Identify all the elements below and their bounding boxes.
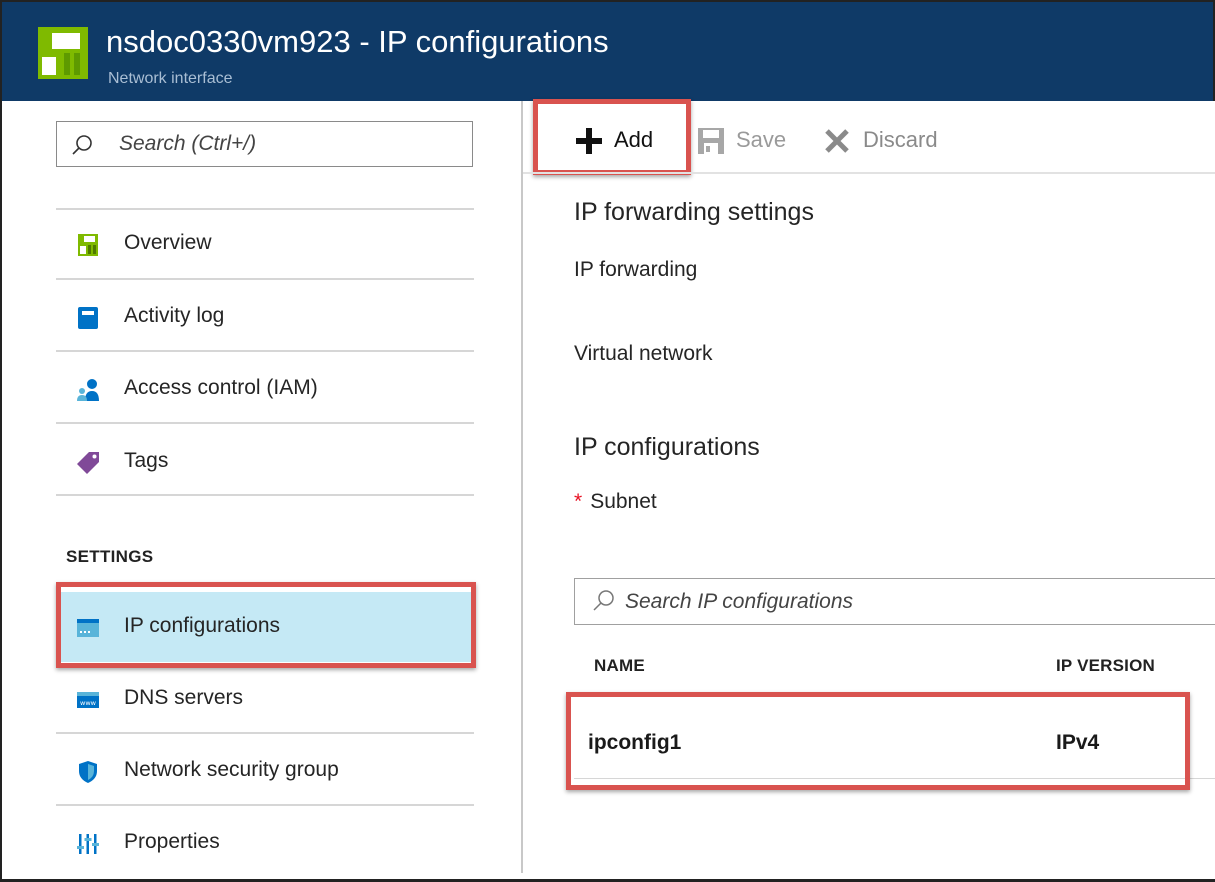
properties-icon [77, 834, 99, 854]
sidebar-item-label: Activity log [124, 304, 225, 327]
sidebar-item-properties[interactable]: Properties [56, 809, 474, 879]
sidebar-section-settings: SETTINGS [66, 547, 154, 566]
sidebar-item-overview[interactable]: Overview [56, 210, 474, 280]
plus-icon [576, 128, 602, 154]
close-icon [825, 129, 849, 153]
sidebar-item-iam[interactable]: Access control (IAM) [56, 355, 474, 425]
ip-config-search[interactable] [574, 578, 1215, 625]
sidebar-item-label: IP configurations [124, 614, 281, 637]
column-header-ip-version[interactable]: IP VERSION [1056, 656, 1155, 676]
table-row[interactable]: ipconfig1 IPv4 [574, 704, 1215, 779]
blade-header: nsdoc0330vm923 - IP configurations Netwo… [0, 0, 1215, 101]
svg-text:www: www [80, 699, 97, 707]
subnet-label-text: Subnet [590, 490, 657, 513]
divider [56, 732, 474, 734]
activity-log-icon [78, 307, 98, 329]
ip-config-search-input[interactable] [625, 589, 1185, 615]
cell-ip-version: IPv4 [1056, 731, 1100, 754]
required-mark: * [574, 490, 583, 513]
sidebar-item-label: Overview [124, 231, 212, 254]
save-button[interactable]: Save [696, 112, 796, 170]
overview-icon [78, 234, 98, 256]
row-divider [574, 778, 1215, 779]
cell-name: ipconfig1 [588, 731, 682, 754]
sidebar-item-label: Network security group [124, 758, 339, 781]
discard-button[interactable]: Discard [823, 112, 953, 170]
divider [56, 494, 474, 496]
sidebar-item-label: Tags [124, 449, 169, 472]
sidebar-item-dns-servers[interactable]: www DNS servers [56, 665, 474, 735]
add-button-label: Add [614, 127, 654, 152]
save-button-label: Save [736, 127, 787, 152]
divider [56, 350, 474, 352]
toolbar-divider [523, 172, 1215, 174]
frame-left-border [0, 101, 2, 882]
subnet-label: * Subnet [574, 490, 657, 514]
dns-icon: www [77, 692, 99, 708]
add-button[interactable]: Add [574, 112, 674, 170]
sidebar-item-tags[interactable]: Tags [56, 428, 474, 498]
sidebar-item-activity-log[interactable]: Activity log [56, 283, 474, 353]
sidebar-item-ip-configurations[interactable]: IP configurations [56, 592, 474, 662]
sidebar-item-label: DNS servers [124, 686, 244, 709]
network-interface-icon [38, 27, 88, 79]
tag-icon [77, 452, 99, 474]
forwarding-heading: IP forwarding settings [574, 198, 814, 226]
iam-icon [77, 379, 99, 401]
divider [56, 278, 474, 280]
shield-icon [79, 761, 97, 783]
sidebar-search-input[interactable] [119, 130, 459, 158]
virtual-network-label: Virtual network [574, 342, 713, 365]
sidebar-item-network-security-group[interactable]: Network security group [56, 737, 474, 807]
sidebar-item-label: Properties [124, 830, 220, 853]
ip-config-icon [77, 619, 99, 637]
sidebar-item-label: Access control (IAM) [124, 376, 318, 399]
page-subtitle: Network interface [108, 70, 233, 87]
page-title: nsdoc0330vm923 - IP configurations [106, 24, 609, 59]
ip-config-heading: IP configurations [574, 433, 760, 461]
column-header-name[interactable]: NAME [594, 656, 645, 676]
save-icon [698, 128, 724, 154]
divider [56, 422, 474, 424]
ip-forwarding-label: IP forwarding [574, 258, 698, 281]
search-icon [72, 135, 92, 155]
pane-divider [521, 101, 523, 873]
discard-button-label: Discard [863, 127, 938, 152]
divider [56, 804, 474, 806]
sidebar-search[interactable] [56, 121, 473, 167]
search-icon [593, 590, 614, 611]
